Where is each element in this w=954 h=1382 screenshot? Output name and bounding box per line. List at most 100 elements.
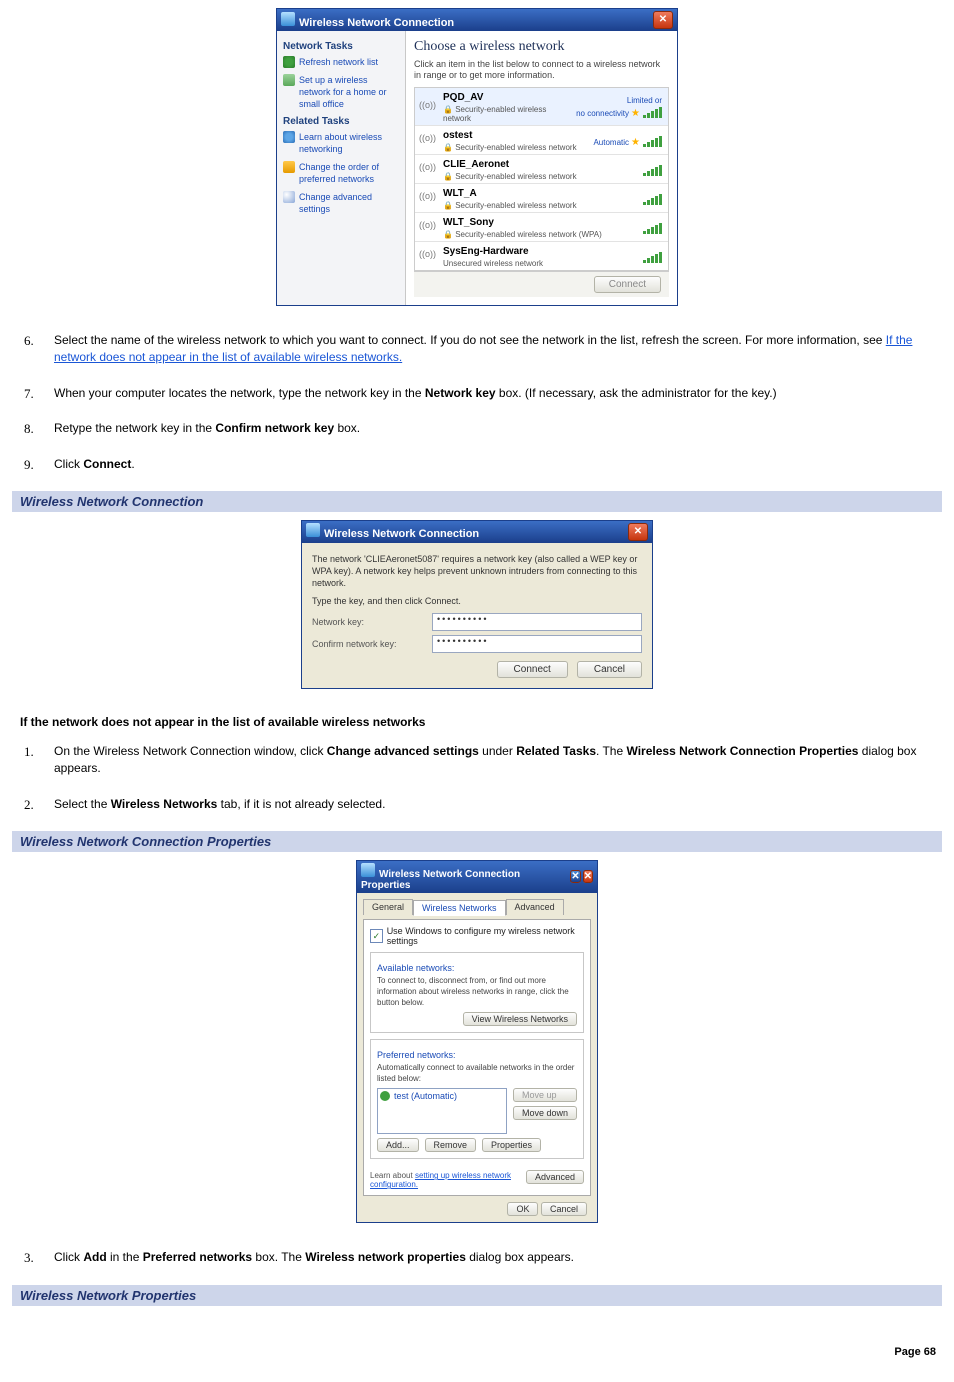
- connect-button[interactable]: Connect: [497, 661, 568, 678]
- help-icon[interactable]: [570, 870, 580, 883]
- available-networks-hint: To connect to, disconnect from, or find …: [377, 975, 577, 1008]
- signal-icon: [421, 249, 437, 265]
- related-tasks-header: Related Tasks: [283, 116, 399, 127]
- confirm-key-label: Confirm network key:: [312, 639, 432, 649]
- close-icon[interactable]: [583, 870, 593, 883]
- step-b2-text: Select the Wireless Networks tab, if it …: [54, 797, 385, 811]
- signal-icon: [421, 133, 437, 149]
- remove-button[interactable]: Remove: [425, 1138, 477, 1152]
- star-icon: ★: [631, 137, 640, 148]
- network-status-right: [640, 250, 662, 264]
- task-change-advanced[interactable]: Change advanced settings: [283, 191, 399, 215]
- app-icon: [361, 863, 375, 877]
- window-title: Wireless Network Connection: [299, 17, 454, 29]
- properties-button[interactable]: Properties: [482, 1138, 541, 1152]
- instruction-steps-c: 3. Click Add in the Preferred networks b…: [12, 1249, 942, 1266]
- star-icon: ★: [631, 108, 640, 119]
- close-icon[interactable]: [628, 523, 648, 541]
- move-up-button[interactable]: Move up: [513, 1088, 577, 1102]
- network-security-label: Security-enabled wireless network: [443, 172, 634, 181]
- refresh-icon: [283, 56, 295, 68]
- available-networks-list: PQD_AVSecurity-enabled wireless networkL…: [414, 87, 669, 271]
- tab-wireless-networks[interactable]: Wireless Networks: [413, 900, 506, 916]
- network-list-item[interactable]: PQD_AVSecurity-enabled wireless networkL…: [415, 88, 668, 125]
- network-security-label: Unsecured wireless network: [443, 259, 634, 268]
- step-8-text: Retype the network key in the Confirm ne…: [54, 421, 360, 435]
- ok-button[interactable]: OK: [507, 1202, 538, 1216]
- network-list-item[interactable]: CLIE_AeronetSecurity-enabled wireless ne…: [415, 154, 668, 183]
- view-wireless-button[interactable]: View Wireless Networks: [463, 1012, 577, 1026]
- advanced-icon: [283, 191, 295, 203]
- close-icon[interactable]: [653, 11, 673, 29]
- tab-general[interactable]: General: [363, 899, 413, 915]
- window-titlebar: Wireless Network Connection: [277, 9, 677, 31]
- page-number: Page 68: [12, 1346, 942, 1358]
- available-networks-label: Available networks:: [377, 963, 577, 973]
- list-item: test (Automatic): [380, 1091, 504, 1101]
- step-7-text: When your computer locates the network, …: [54, 386, 777, 400]
- screenshot-connection-properties: Wireless Network Connection Properties G…: [356, 860, 598, 1223]
- move-down-button[interactable]: Move down: [513, 1106, 577, 1120]
- caption-wireless-connection: Wireless Network Connection: [12, 491, 942, 512]
- signal-icon: [421, 100, 437, 116]
- tab-strip: General Wireless Networks Advanced: [363, 899, 591, 915]
- window-titlebar: Wireless Network Connection Properties: [357, 861, 597, 893]
- network-list-item[interactable]: ostestSecurity-enabled wireless networkA…: [415, 125, 668, 154]
- use-windows-checkbox[interactable]: [370, 929, 383, 943]
- network-name: WLT_A: [443, 188, 634, 199]
- signal-icon: [421, 220, 437, 236]
- step-c3-text: Click Add in the Preferred networks box.…: [54, 1250, 574, 1264]
- window-title: Wireless Network Connection: [324, 528, 479, 540]
- network-key-field[interactable]: ••••••••••: [432, 613, 642, 631]
- app-icon: [306, 523, 320, 537]
- advanced-button[interactable]: Advanced: [526, 1170, 584, 1184]
- preferred-networks-label: Preferred networks:: [377, 1050, 577, 1060]
- step-6-text: Select the name of the wireless network …: [54, 333, 912, 364]
- network-security-label: Security-enabled wireless network: [443, 201, 634, 210]
- cancel-button[interactable]: Cancel: [577, 661, 642, 678]
- preferred-networks-hint: Automatically connect to available netwo…: [377, 1062, 577, 1084]
- step-b1-text: On the Wireless Network Connection windo…: [54, 744, 916, 775]
- task-setup-wireless[interactable]: Set up a wireless network for a home or …: [283, 74, 399, 110]
- confirm-key-field[interactable]: ••••••••••: [432, 635, 642, 653]
- preferred-networks-listbox[interactable]: test (Automatic): [377, 1088, 507, 1134]
- instruction-steps-b: 1. On the Wireless Network Connection wi…: [12, 743, 942, 813]
- add-button[interactable]: Add...: [377, 1138, 419, 1152]
- network-tasks-header: Network Tasks: [283, 41, 399, 52]
- step-9-text: Click Connect.: [54, 457, 135, 471]
- signal-bars-icon: [640, 107, 662, 119]
- tab-advanced[interactable]: Advanced: [506, 899, 564, 915]
- caption-connection-properties: Wireless Network Connection Properties: [12, 831, 942, 852]
- network-security-label: Security-enabled wireless network: [443, 105, 570, 123]
- task-change-order[interactable]: Change the order of preferred networks: [283, 161, 399, 185]
- use-windows-label: Use Windows to configure my wireless net…: [387, 926, 584, 946]
- network-status-icon: [380, 1091, 390, 1101]
- network-key-label: Network key:: [312, 617, 432, 627]
- signal-bars-icon: [640, 252, 662, 264]
- signal-icon: [421, 162, 437, 178]
- network-name: PQD_AV: [443, 92, 570, 103]
- key-dialog-message: The network 'CLIEAeronet5087' requires a…: [312, 553, 642, 589]
- window-title: Wireless Network Connection Properties: [361, 869, 520, 891]
- screenshot-choose-network: Wireless Network Connection Network Task…: [276, 8, 678, 306]
- key-dialog-hint: Type the key, and then click Connect.: [312, 595, 642, 607]
- task-refresh-network-list[interactable]: Refresh network list: [283, 56, 399, 68]
- signal-bars-icon: [640, 223, 662, 235]
- task-learn-wireless[interactable]: Learn about wireless networking: [283, 131, 399, 155]
- network-list-item[interactable]: WLT_Sony Security-enabled wireless networ…: [415, 212, 668, 241]
- order-icon: [283, 161, 295, 173]
- network-security-label: Security-enabled wireless network: [443, 143, 587, 152]
- cancel-button[interactable]: Cancel: [541, 1202, 587, 1216]
- network-name: WLT_Sony: [443, 217, 634, 228]
- network-security-label: Security-enabled wireless network (WPA): [443, 230, 634, 239]
- network-status-right: Automatic★: [593, 134, 662, 148]
- connect-button[interactable]: Connect: [594, 276, 661, 293]
- network-list-item[interactable]: WLT_A Security-enabled wireless network: [415, 183, 668, 212]
- network-list-item[interactable]: SysEng-Hardware Unsecured wireless networ…: [415, 241, 668, 270]
- signal-bars-icon: [640, 194, 662, 206]
- network-name: SysEng-Hardware: [443, 246, 634, 257]
- signal-bars-icon: [640, 136, 662, 148]
- window-titlebar: Wireless Network Connection: [302, 521, 652, 543]
- network-status-right: [640, 163, 662, 177]
- choose-network-hint: Click an item in the list below to conne…: [414, 59, 669, 81]
